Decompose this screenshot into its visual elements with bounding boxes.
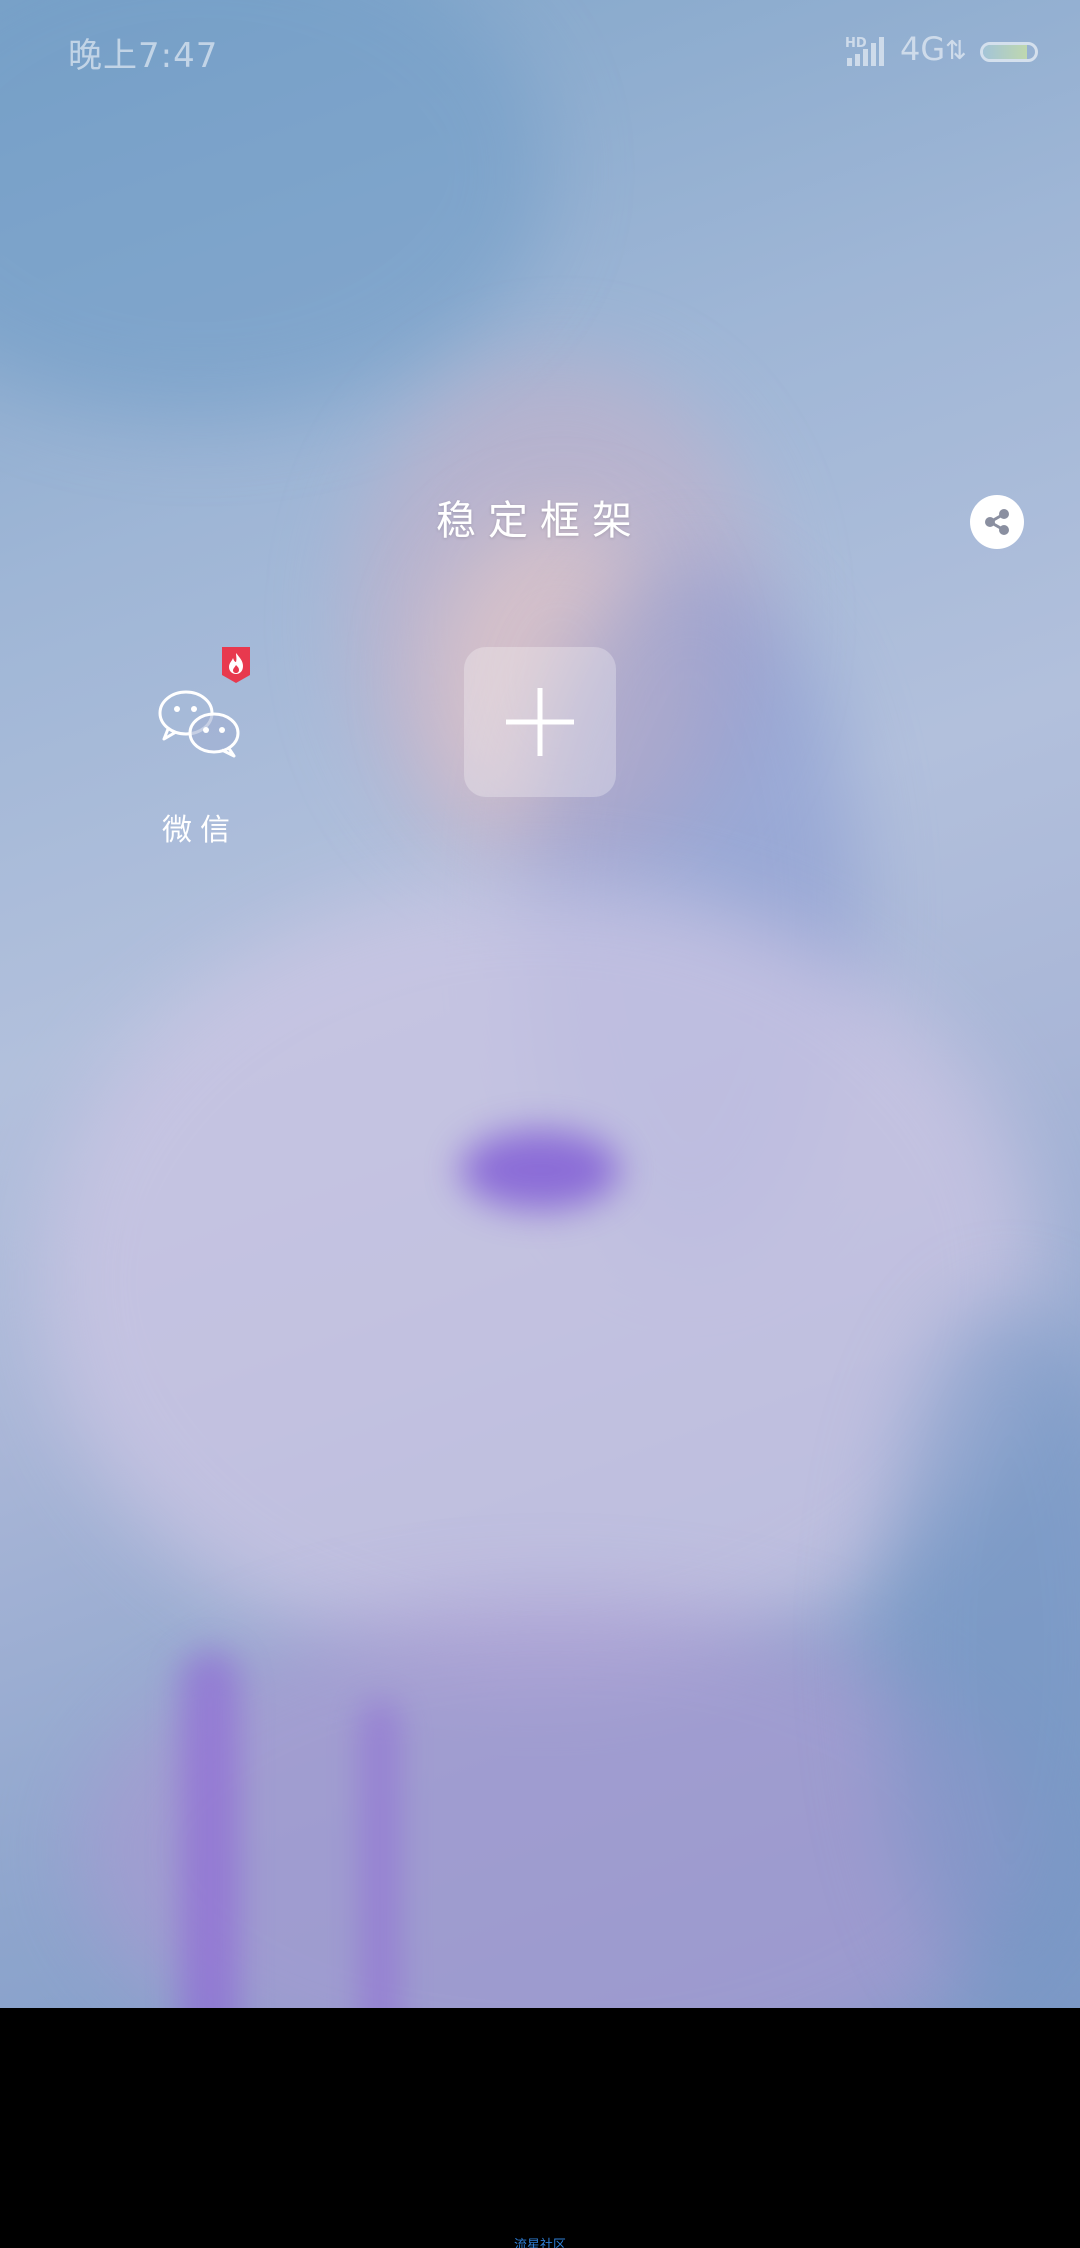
status-bar: 晚上7:47 HD 4G ⇅: [0, 0, 1080, 100]
wechat-icon: [158, 690, 240, 758]
network-type: 4G: [900, 30, 946, 68]
signal-icon: [847, 37, 884, 66]
app-label: 微信: [162, 813, 238, 848]
add-app-button[interactable]: [464, 647, 616, 797]
wallpaper-skirt-stripe: [180, 1650, 240, 2008]
battery-icon: [980, 42, 1038, 62]
widget-title: 稳定框架: [436, 498, 644, 544]
status-time: 晚上7:47: [68, 36, 219, 76]
share-icon: [985, 509, 1009, 535]
wallpaper-skirt-stripe: [360, 1700, 400, 2008]
fire-badge-icon: [222, 647, 250, 683]
app-wechat[interactable]: 微信: [150, 645, 270, 855]
bottom-bar: 流星社区: [0, 2008, 1080, 2248]
home-screen: 晚上7:47 HD 4G ⇅ 稳定框架 微信 流星社区: [0, 0, 1080, 2248]
community-label[interactable]: 流星社区: [0, 2234, 1080, 2248]
plus-icon: [506, 688, 574, 756]
wallpaper-bow-blob: [460, 1130, 620, 1210]
blurred-wallpaper: [0, 0, 1080, 2008]
share-button[interactable]: [970, 495, 1024, 549]
data-transfer-icon: ⇅: [945, 36, 967, 66]
battery-level: [983, 45, 1028, 59]
